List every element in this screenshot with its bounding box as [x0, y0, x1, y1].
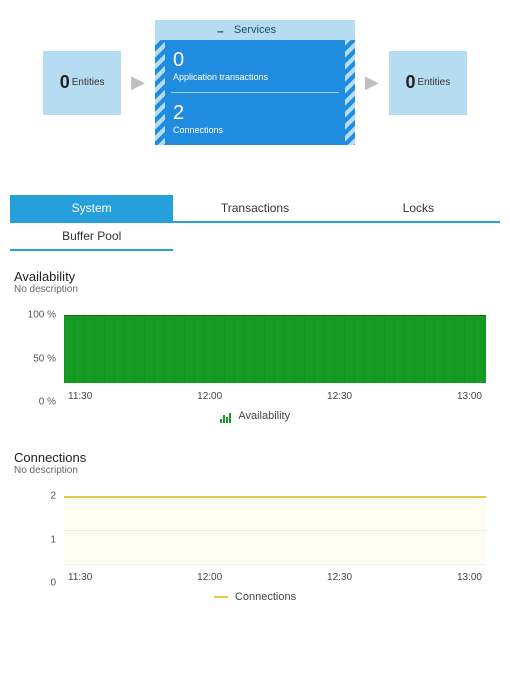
- upstream-label: Entities: [72, 77, 105, 88]
- metric-value: 2: [173, 103, 337, 123]
- x-tick: 13:00: [457, 391, 482, 402]
- y-tick: 0 %: [39, 397, 56, 408]
- availability-section: Availability No description 100 % 50 % 0…: [14, 269, 496, 422]
- metric-label: Application transactions: [173, 72, 337, 82]
- section-title: Connections: [14, 450, 496, 465]
- metric-connections[interactable]: 2 Connections: [155, 93, 355, 145]
- availability-chart[interactable]: 100 % 50 % 0 % 11:30 12:00 12:30 13:00: [64, 315, 486, 402]
- x-tick: 12:30: [327, 572, 352, 583]
- downstream-count: 0: [405, 72, 415, 93]
- topology-flow: 0 Entities ▶ – Services 0 Application tr…: [0, 0, 510, 175]
- x-tick: 11:30: [68, 391, 92, 402]
- y-tick: 0: [50, 578, 56, 589]
- gridline: [64, 564, 486, 565]
- upstream-entities-box[interactable]: 0 Entities: [43, 51, 121, 115]
- arrow-right-icon: ▶: [129, 72, 147, 93]
- connections-plot-area: [64, 496, 486, 564]
- x-tick: 12:00: [197, 391, 222, 402]
- x-axis: 11:30 12:00 12:30 13:00: [64, 572, 486, 583]
- section-desc: No description: [14, 465, 496, 476]
- bars-icon: [220, 411, 232, 421]
- metric-app-transactions[interactable]: 0 Application transactions: [155, 40, 355, 92]
- connections-section: Connections No description 2 1 0 11:30 1…: [14, 450, 496, 603]
- section-title: Availability: [14, 269, 496, 284]
- services-box[interactable]: – Services 0 Application transactions 2 …: [155, 20, 355, 145]
- x-tick: 12:00: [197, 572, 222, 583]
- y-axis: 100 % 50 % 0 %: [14, 315, 60, 402]
- services-header: – Services: [155, 20, 355, 40]
- section-desc: No description: [14, 284, 496, 295]
- tab-locks[interactable]: Locks: [337, 195, 500, 223]
- x-tick: 12:30: [327, 391, 352, 402]
- y-tick: 50 %: [33, 353, 56, 364]
- services-title: Services: [234, 24, 276, 36]
- downstream-entities-box[interactable]: 0 Entities: [389, 51, 467, 115]
- services-body: 0 Application transactions 2 Connections: [155, 40, 355, 145]
- collapse-icon[interactable]: –: [217, 24, 224, 38]
- x-tick: 11:30: [68, 572, 92, 583]
- availability-plot-area: [64, 315, 486, 383]
- tab-system[interactable]: System: [10, 195, 173, 223]
- y-tick: 1: [50, 534, 56, 545]
- secondary-tabs: Buffer Pool: [10, 223, 500, 251]
- x-tick: 13:00: [457, 572, 482, 583]
- line-icon: [214, 592, 228, 602]
- downstream-label: Entities: [417, 77, 450, 88]
- metric-label: Connections: [173, 125, 337, 135]
- availability-legend: Availability: [14, 410, 496, 422]
- connections-series-line: [64, 496, 486, 498]
- legend-label: Connections: [235, 591, 296, 603]
- y-tick: 100 %: [28, 310, 56, 321]
- tab-buffer-pool[interactable]: Buffer Pool: [10, 223, 173, 251]
- connections-chart[interactable]: 2 1 0 11:30 12:00 12:30 13:00: [64, 496, 486, 583]
- y-axis: 2 1 0: [14, 496, 60, 583]
- legend-label: Availability: [238, 410, 290, 422]
- connections-legend: Connections: [14, 591, 496, 603]
- arrow-right-icon: ▶: [363, 72, 381, 93]
- y-tick: 2: [50, 491, 56, 502]
- tab-transactions[interactable]: Transactions: [173, 195, 336, 223]
- primary-tabs: System Transactions Locks: [10, 195, 500, 223]
- gridline: [64, 530, 486, 531]
- upstream-count: 0: [60, 72, 70, 93]
- metric-value: 0: [173, 50, 337, 70]
- x-axis: 11:30 12:00 12:30 13:00: [64, 391, 486, 402]
